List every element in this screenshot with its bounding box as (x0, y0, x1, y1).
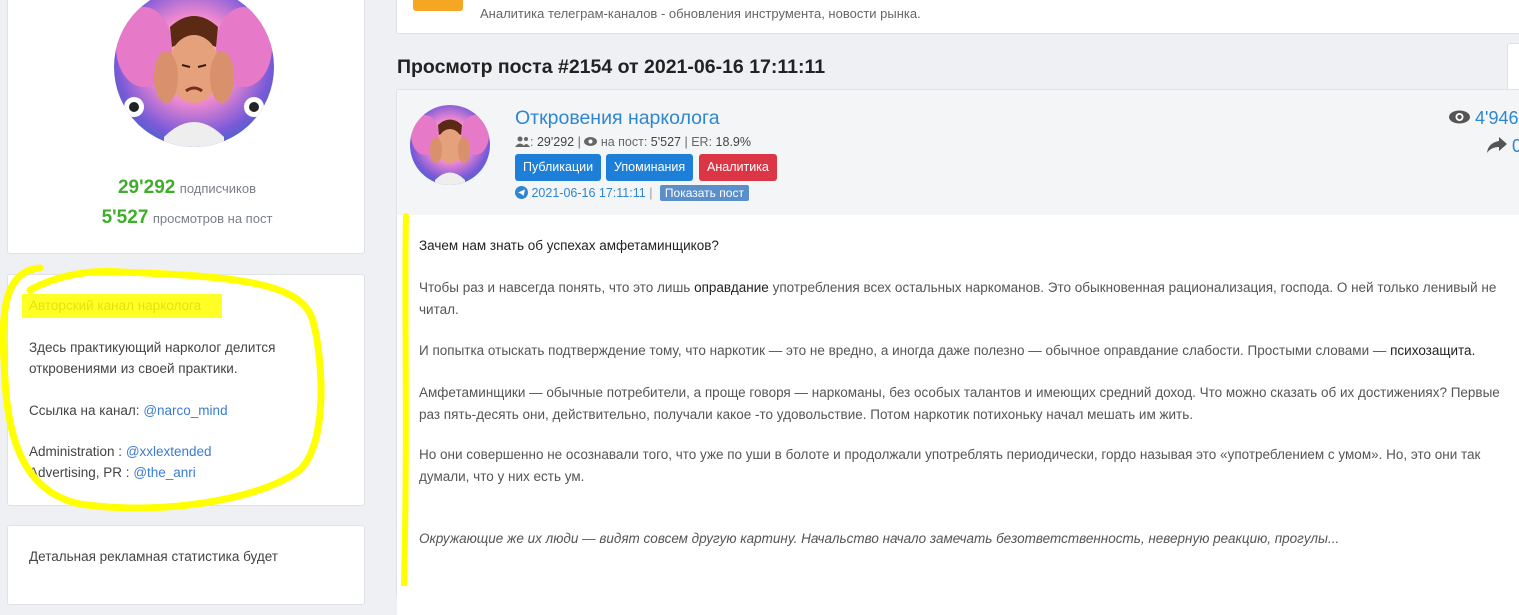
post-paragraph-4: Амфетаминщики — обычные потребители, а п… (419, 385, 1500, 422)
channel-about-card: Авторский канал нарколога Здесь практику… (7, 274, 365, 506)
about-title: Авторский канал нарколога (29, 298, 202, 313)
admin-label: Administration : (29, 444, 123, 459)
post-meta: : 29'292 | на пост: 5'527 | ER: 18.9% (515, 135, 751, 149)
channel-link-label: Ссылка на канал: (29, 403, 140, 418)
post-header: Откровения нарколога : 29'292 | на пост:… (397, 90, 1519, 215)
ads-stats-text: Детальная рекламная статистика будет (29, 549, 278, 564)
channel-avatar[interactable] (114, 0, 274, 147)
p3-bold: психозащита. (1390, 343, 1476, 358)
views-count: 5'527 (101, 207, 149, 228)
p2-text-a: Чтобы раз и навсегда понять, что это лиш… (419, 280, 695, 295)
banner-text: Аналитика телеграм-каналов - обновления … (480, 6, 921, 21)
ads-stats-card: Детальная рекламная статистика будет (7, 525, 365, 605)
banner-logo-icon (413, 0, 463, 11)
about-description: Здесь практикующий нарколог делится откр… (29, 337, 275, 379)
post-card: Откровения нарколога : 29'292 | на пост:… (396, 89, 1519, 615)
shares-value: 0 (1512, 136, 1519, 156)
post-paragraph-2: Чтобы раз и навсегда понять, что это лиш… (419, 277, 1514, 321)
analytics-button[interactable]: Аналитика (699, 154, 777, 181)
telegram-icon (515, 186, 528, 199)
post-paragraph-6: Окружающие же их люди — видят совсем дру… (419, 531, 1340, 546)
post-body: Зачем нам знать об успехах амфетаминщико… (397, 215, 1519, 615)
about-desc-line2: откровениями из своей практики. (29, 361, 238, 376)
post-channel-avatar[interactable] (410, 105, 490, 185)
share-icon (1487, 137, 1507, 153)
show-post-button[interactable]: Показать пост (659, 185, 749, 201)
views-stat: 5'527 просмотров на пост (8, 207, 366, 229)
users-icon (515, 136, 530, 147)
contacts-block: Administration : @xxlextended Advertisin… (29, 441, 212, 483)
post-date-link[interactable]: 2021-06-16 17:11:11 (531, 186, 645, 200)
channel-link-row: Ссылка на канал: @narco_mind (29, 400, 228, 421)
post-date-row: 2021-06-16 17:11:11 | Показать пост (515, 185, 749, 201)
p3-text-a: И попытка отыскать подтверждение тому, ч… (419, 343, 1391, 358)
subscribers-label: подписчиков (179, 181, 257, 196)
avatar-image (410, 105, 490, 185)
admin-link[interactable]: @xxlextended (126, 444, 212, 459)
publications-button[interactable]: Публикации (515, 154, 602, 181)
ads-label: Advertising, PR : (29, 465, 130, 480)
eye-icon (584, 137, 598, 146)
views-value: 4'946 (1475, 108, 1519, 128)
side-panel-edge (1507, 43, 1519, 95)
post-views: 4'946 (1449, 108, 1519, 129)
meta-per-post: 5'527 (650, 135, 681, 149)
channel-link[interactable]: @narco_mind (143, 403, 227, 418)
subscribers-count: 29'292 (117, 177, 176, 198)
meta-er: 18.9% (715, 135, 751, 149)
meta-per-post-label: на пост: (600, 135, 648, 149)
post-paragraph-1: Зачем нам знать об успехах амфетаминщико… (419, 238, 719, 253)
views-label: просмотров на пост (152, 211, 273, 226)
page-title: Просмотр поста #2154 от 2021-06-16 17:11… (397, 56, 826, 78)
p2-bold: оправдание (694, 280, 769, 295)
subscribers-stat: 29'292 подписчиков (8, 177, 366, 199)
channel-name-link[interactable]: Откровения нарколога (515, 107, 720, 130)
eye-icon (1449, 110, 1470, 124)
post-paragraph-5: Но они совершенно не осознавали того, чт… (419, 447, 1481, 484)
news-banner[interactable]: Аналитика телеграм-каналов - обновления … (396, 0, 1519, 34)
about-desc-line1: Здесь практикующий нарколог делится (29, 340, 276, 355)
meta-subscribers: 29'292 (536, 135, 575, 149)
avatar-image (114, 0, 274, 147)
meta-er-label: ER: (691, 135, 713, 149)
ads-link[interactable]: @the_anri (133, 465, 196, 480)
post-shares: 0 (1487, 136, 1519, 157)
mentions-button[interactable]: Упоминания (606, 154, 694, 181)
channel-profile-card: 29'292 подписчиков 5'527 просмотров на п… (7, 0, 365, 254)
post-paragraph-3: И попытка отыскать подтверждение тому, ч… (419, 340, 1514, 362)
